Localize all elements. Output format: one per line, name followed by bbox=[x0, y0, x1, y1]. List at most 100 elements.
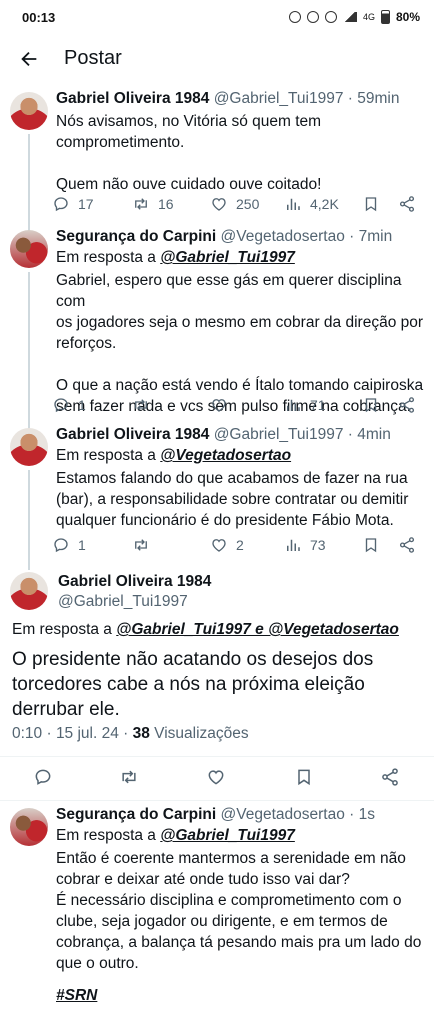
reply-to-handle[interactable]: @Gabriel_Tui1997 bbox=[160, 249, 295, 266]
wifi-icon bbox=[342, 12, 357, 22]
views-button[interactable]: 71 bbox=[284, 396, 326, 414]
reply-button[interactable]: 1 bbox=[52, 396, 86, 414]
reply-icon bbox=[52, 195, 70, 213]
author-name[interactable]: Segurança do Carpini bbox=[56, 806, 216, 823]
battery-level: 80% bbox=[395, 10, 420, 24]
tweet-actions: 17 16 250 4,2K bbox=[48, 192, 420, 216]
status-bar: 00:13 4G 80% bbox=[0, 0, 434, 34]
views-count: 38 bbox=[132, 725, 150, 742]
views-label: Visualizações bbox=[149, 725, 249, 742]
avatar[interactable] bbox=[10, 572, 48, 610]
reply-count: 17 bbox=[78, 196, 94, 212]
heart-icon bbox=[210, 195, 228, 213]
retweet-icon bbox=[132, 536, 150, 554]
author-handle-time[interactable]: @Vegetadosertao · 1s bbox=[221, 806, 375, 823]
author-name[interactable]: Gabriel Oliveira 1984 bbox=[56, 90, 209, 107]
views-chart-icon bbox=[284, 396, 302, 414]
like-button[interactable]: 250 bbox=[210, 195, 259, 213]
tweet-text: Estamos falando do que acabamos de fazer… bbox=[56, 470, 409, 529]
tweet-text: Nós avisamos, no Vitória só quem tem com… bbox=[56, 113, 322, 193]
tweet-2[interactable]: Segurança do Carpini @Vegetadosertao · 7… bbox=[0, 222, 434, 430]
tweet-reply[interactable]: Segurança do Carpini @Vegetadosertao · 1… bbox=[0, 800, 434, 1024]
bookmark-icon bbox=[362, 396, 380, 414]
divider bbox=[0, 756, 434, 757]
author-name[interactable]: Segurança do Carpini bbox=[56, 228, 216, 245]
share-icon bbox=[398, 536, 416, 554]
like-button[interactable]: 2 bbox=[210, 536, 244, 554]
top-bar: Postar bbox=[0, 34, 434, 84]
reply-context: Em resposta a @Vegetadosertao bbox=[56, 447, 291, 465]
tweet-actions: 1 71 bbox=[48, 393, 420, 417]
avatar[interactable] bbox=[10, 92, 48, 130]
share-button[interactable] bbox=[398, 195, 416, 213]
avatar[interactable] bbox=[10, 808, 48, 846]
tweet-3[interactable]: Gabriel Oliveira 1984 @Gabriel_Tui1997 ·… bbox=[0, 420, 434, 570]
retweet-button[interactable] bbox=[119, 767, 139, 787]
bookmark-button[interactable] bbox=[362, 536, 380, 554]
author-handle-time[interactable]: @Vegetadosertao · 7min bbox=[221, 228, 393, 245]
reply-button[interactable]: 17 bbox=[52, 195, 94, 213]
bookmark-icon bbox=[362, 195, 380, 213]
avatar[interactable] bbox=[10, 230, 48, 268]
reply-to-handle[interactable]: @Vegetadosertao bbox=[160, 447, 291, 464]
reply-count: 1 bbox=[78, 537, 86, 553]
thread-line bbox=[28, 470, 30, 570]
retweet-button[interactable]: 16 bbox=[132, 195, 174, 213]
like-button[interactable] bbox=[206, 767, 226, 787]
thread-line bbox=[28, 272, 30, 430]
battery-icon bbox=[380, 10, 390, 24]
reply-to-handle[interactable]: @Gabriel_Tui1997 bbox=[160, 827, 295, 844]
views-button[interactable]: 4,2K bbox=[284, 195, 339, 213]
heart-icon bbox=[206, 767, 226, 787]
bookmark-icon bbox=[362, 536, 380, 554]
like-button[interactable] bbox=[210, 396, 236, 414]
reply-icon bbox=[52, 536, 70, 554]
bookmark-icon bbox=[294, 767, 314, 787]
reply-to-handles[interactable]: @Gabriel_Tui1997 e @Vegetadosertao bbox=[116, 621, 399, 638]
views-count: 4,2K bbox=[310, 196, 339, 212]
retweet-icon bbox=[132, 396, 150, 414]
reply-button[interactable] bbox=[33, 767, 53, 787]
author-handle-time[interactable]: @Gabriel_Tui1997 · 4min bbox=[214, 426, 391, 443]
retweet-button[interactable] bbox=[132, 396, 158, 414]
heart-icon bbox=[210, 536, 228, 554]
share-icon bbox=[398, 195, 416, 213]
tweet-actions bbox=[0, 767, 434, 793]
share-button[interactable] bbox=[380, 767, 400, 787]
back-arrow-icon[interactable] bbox=[14, 44, 44, 74]
retweet-icon bbox=[132, 195, 150, 213]
tweet-text: O presidente não acatando os desejos dos… bbox=[12, 649, 374, 720]
share-icon bbox=[380, 767, 400, 787]
status-icons: 4G 80% bbox=[288, 10, 420, 24]
author-handle-time[interactable]: @Gabriel_Tui1997 · 59min bbox=[214, 90, 400, 107]
share-button[interactable] bbox=[398, 396, 416, 414]
views-chart-icon bbox=[284, 536, 302, 554]
avatar[interactable] bbox=[10, 428, 48, 466]
author-row: Segurança do Carpini @Vegetadosertao · 1… bbox=[56, 806, 375, 824]
reply-prefix: Em resposta a bbox=[56, 249, 161, 266]
bookmark-button[interactable] bbox=[362, 195, 380, 213]
bookmark-button[interactable] bbox=[294, 767, 314, 787]
network-type: 4G bbox=[362, 12, 375, 22]
bookmark-button[interactable] bbox=[362, 396, 380, 414]
hashtag-link[interactable]: #SRN bbox=[56, 987, 97, 1005]
reply-prefix: Em resposta a bbox=[56, 447, 161, 464]
reply-button[interactable]: 1 bbox=[52, 536, 86, 554]
author-row: Gabriel Oliveira 1984 @Gabriel_Tui1997 ·… bbox=[56, 90, 399, 108]
author-handle[interactable]: @Gabriel_Tui1997 bbox=[58, 593, 188, 611]
author-name[interactable]: Gabriel Oliveira 1984 bbox=[56, 426, 209, 443]
tweet-text: Então é coerente mantermos a serenidade … bbox=[56, 850, 422, 972]
reply-prefix: Em resposta a bbox=[56, 827, 161, 844]
views-chart-icon bbox=[284, 195, 302, 213]
share-icon bbox=[398, 396, 416, 414]
reply-context: Em resposta a @Gabriel_Tui1997 bbox=[56, 249, 295, 267]
views-button[interactable]: 73 bbox=[284, 536, 326, 554]
retweet-button[interactable] bbox=[132, 536, 158, 554]
thread-line bbox=[28, 134, 30, 236]
share-button[interactable] bbox=[398, 536, 416, 554]
author-name[interactable]: Gabriel Oliveira 1984 bbox=[58, 573, 211, 591]
mute-icon bbox=[306, 11, 319, 23]
tweet-1[interactable]: Gabriel Oliveira 1984 @Gabriel_Tui1997 ·… bbox=[0, 84, 434, 236]
reply-count: 1 bbox=[78, 397, 86, 413]
clock: 00:13 bbox=[22, 9, 56, 25]
